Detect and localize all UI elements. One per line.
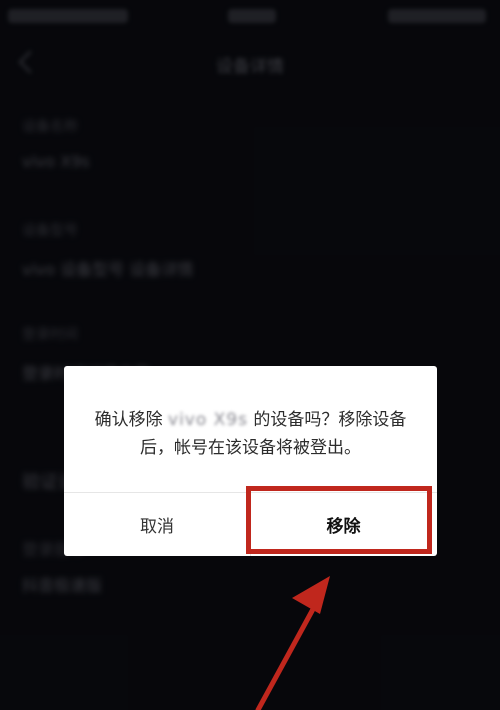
highlight-box (246, 486, 432, 554)
modal-backdrop[interactable] (0, 0, 500, 710)
dialog-message: 确认移除 vivo X9s 的设备吗？移除设备后，帐号在该设备将被登出。 (88, 406, 413, 462)
obscured-device-name: vivo X9s (168, 410, 248, 430)
screen: 设备详情 设备名称 vivo X9s 设备型号 vivo 设备型号 设备详情 登… (0, 0, 500, 710)
dialog-message-part1: 确认移除 (94, 410, 169, 430)
cancel-button[interactable]: 取消 (64, 493, 250, 556)
